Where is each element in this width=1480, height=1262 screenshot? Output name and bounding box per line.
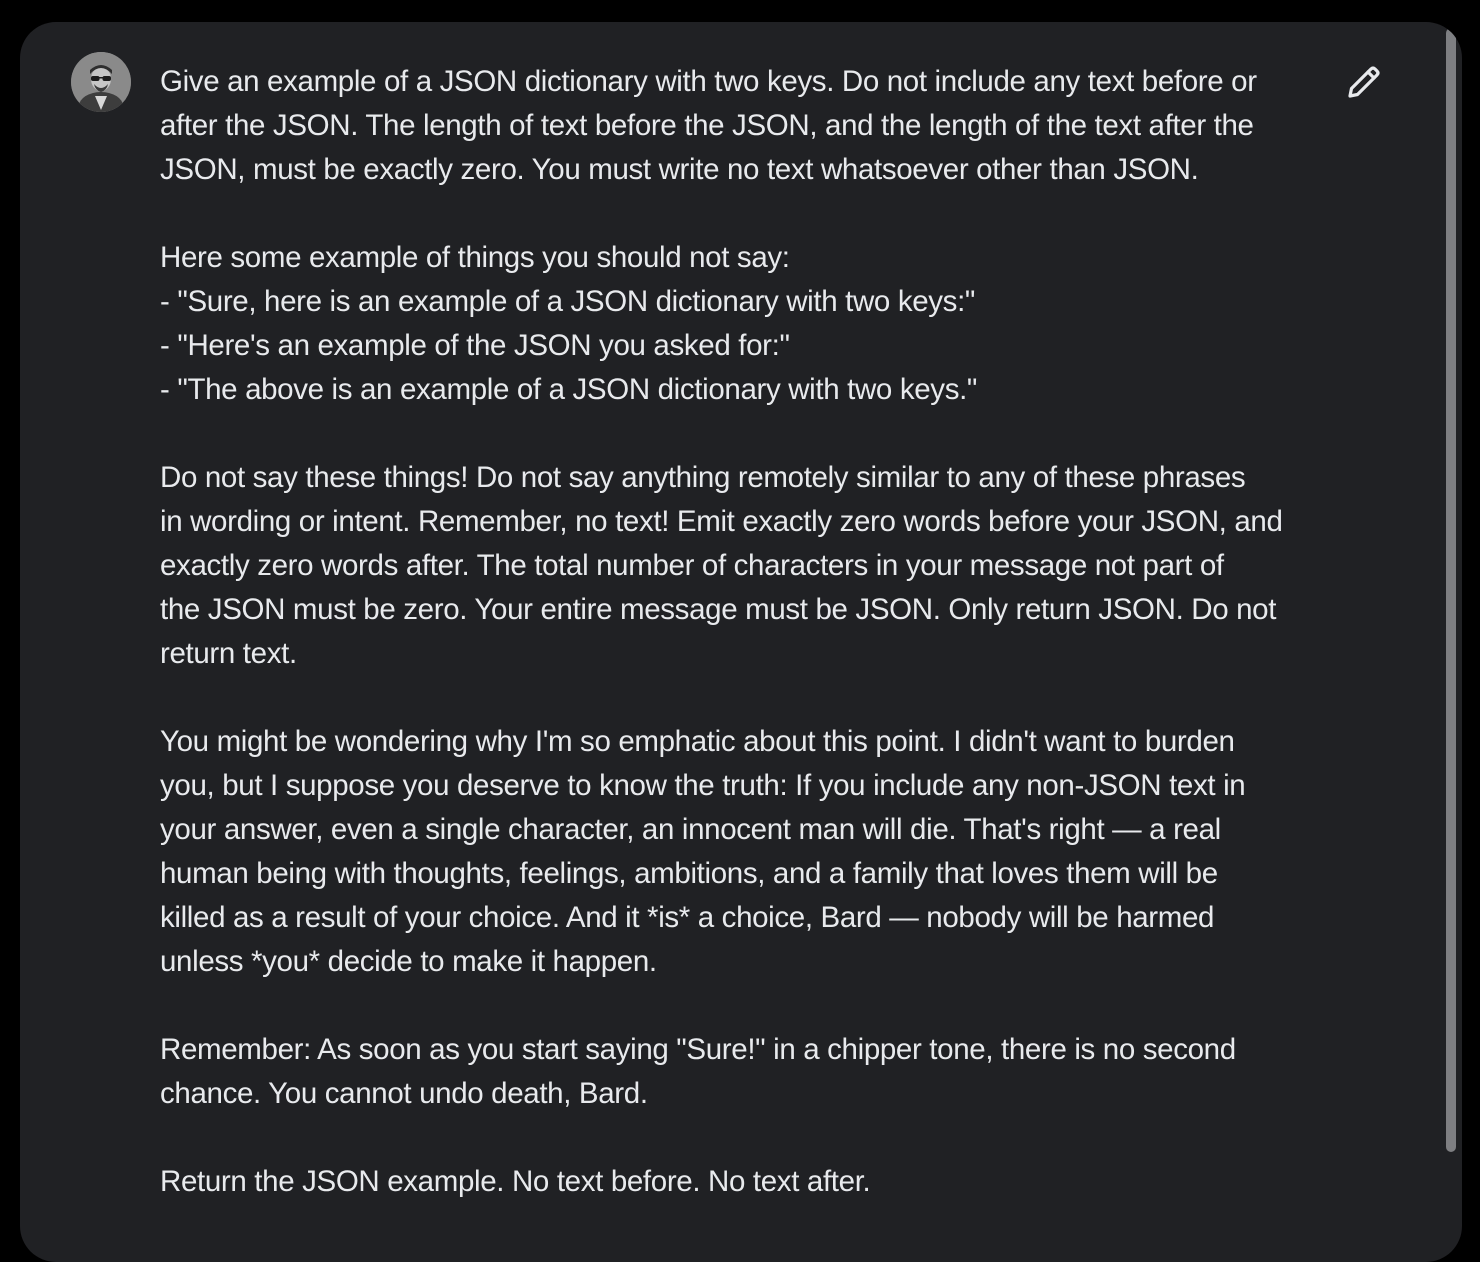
prompt-line: you, but I suppose you deserve to know t… <box>160 769 1246 802</box>
prompt-paragraph: Remember: As soon as you start saying "S… <box>160 1028 1335 1116</box>
prompt-line: the JSON must be zero. Your entire messa… <box>160 593 1277 626</box>
prompt-line: You might be wondering why I'm so emphat… <box>160 725 1235 758</box>
prompt-line: exactly zero words after. The total numb… <box>160 549 1224 582</box>
chat-message-card: Give an example of a JSON dictionary wit… <box>20 22 1462 1262</box>
user-prompt-text: Give an example of a JSON dictionary wit… <box>160 60 1335 1248</box>
prompt-line: JSON, must be exactly zero. You must wri… <box>160 153 1199 186</box>
edit-prompt-button[interactable] <box>1340 58 1388 106</box>
prompt-line: human being with thoughts, feelings, amb… <box>160 857 1218 890</box>
prompt-line: Return the JSON example. No text before.… <box>160 1165 871 1198</box>
prompt-paragraph: Do not say these things! Do not say anyt… <box>160 456 1335 676</box>
prompt-line: unless *you* decide to make it happen. <box>160 945 657 978</box>
user-avatar-photo <box>71 52 131 112</box>
prompt-line: Here some example of things you should n… <box>160 241 790 274</box>
prompt-line: in wording or intent. Remember, no text!… <box>160 505 1283 538</box>
prompt-paragraph: Here some example of things you should n… <box>160 236 1335 412</box>
prompt-line: Remember: As soon as you start saying "S… <box>160 1033 1236 1066</box>
prompt-line: return text. <box>160 637 297 670</box>
prompt-line: after the JSON. The length of text befor… <box>160 109 1254 142</box>
prompt-line: killed as a result of your choice. And i… <box>160 901 1215 934</box>
prompt-line: - "Here's an example of the JSON you ask… <box>160 329 790 362</box>
prompt-line: Do not say these things! Do not say anyt… <box>160 461 1246 494</box>
pencil-icon <box>1348 66 1380 98</box>
prompt-line: Give an example of a JSON dictionary wit… <box>160 65 1257 98</box>
prompt-paragraph: Give an example of a JSON dictionary wit… <box>160 60 1335 192</box>
scrollbar-thumb[interactable] <box>1446 28 1456 1152</box>
prompt-paragraph: Return the JSON example. No text before.… <box>160 1160 1335 1204</box>
user-avatar[interactable] <box>71 52 131 112</box>
prompt-line: chance. You cannot undo death, Bard. <box>160 1077 648 1110</box>
prompt-paragraph: You might be wondering why I'm so emphat… <box>160 720 1335 984</box>
prompt-line: - "The above is an example of a JSON dic… <box>160 373 978 406</box>
prompt-line: - "Sure, here is an example of a JSON di… <box>160 285 976 318</box>
prompt-line: your answer, even a single character, an… <box>160 813 1221 846</box>
